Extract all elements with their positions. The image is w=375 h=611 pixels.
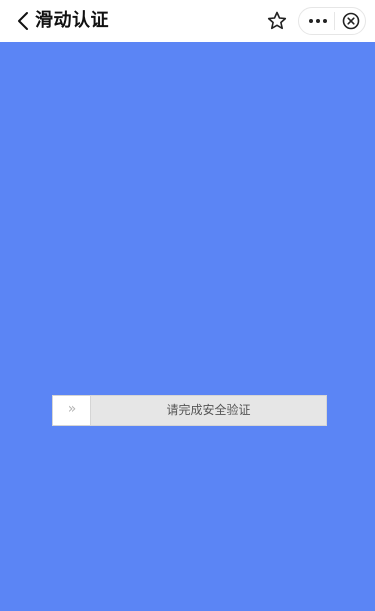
favorite-button[interactable]: [264, 8, 290, 34]
back-button[interactable]: [14, 10, 34, 32]
double-chevron-right-icon: »: [67, 401, 77, 417]
capsule-divider: [334, 12, 335, 30]
close-button[interactable]: [338, 8, 364, 34]
slider-handle[interactable]: »: [53, 396, 91, 425]
nav-bar: 滑动认证: [0, 0, 375, 42]
close-circle-icon: [342, 12, 360, 30]
slider-label: 请完成安全验证: [166, 403, 251, 417]
chevron-left-icon: [18, 12, 28, 30]
more-button[interactable]: [305, 8, 331, 34]
star-outline-icon: [267, 11, 287, 30]
slide-verification[interactable]: 请完成安全验证 »: [52, 395, 327, 426]
more-dots-icon: [309, 19, 327, 23]
page-title: 滑动认证: [35, 10, 109, 31]
app-screen: 滑动认证 请完成安全验证 »: [0, 0, 375, 611]
